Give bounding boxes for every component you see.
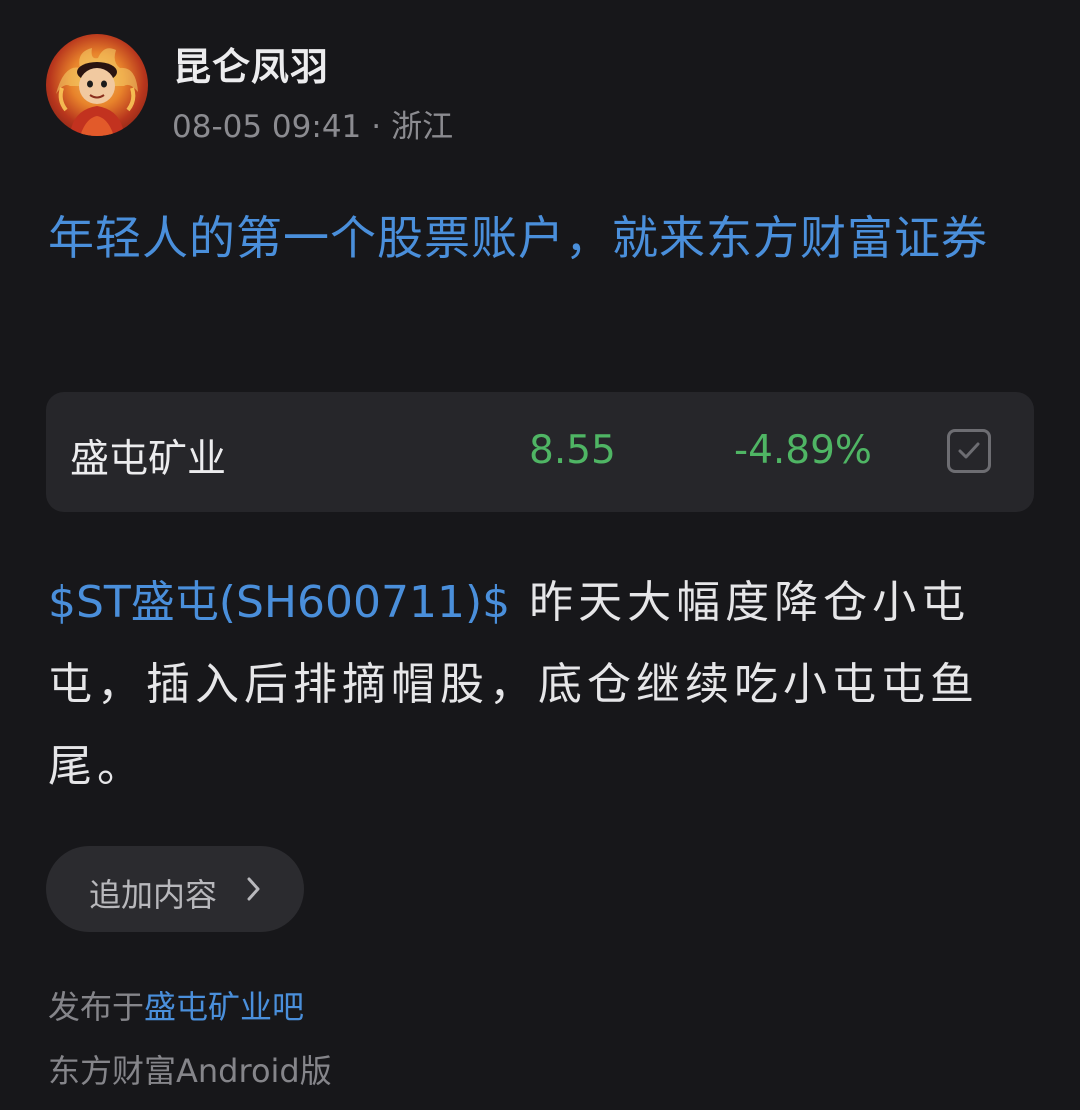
author-name[interactable]: 昆仑凤羽 xyxy=(173,36,329,91)
chevron-right-icon xyxy=(247,877,260,901)
published-in: 发布于盛屯矿业吧 xyxy=(48,982,304,1028)
add-content-label: 追加内容 xyxy=(89,876,218,914)
post-location: 浙江 xyxy=(391,109,454,145)
checkbox-checked-icon[interactable] xyxy=(947,429,991,473)
author-avatar[interactable] xyxy=(46,34,148,136)
post-container: 昆仑凤羽 08-05 09:41 · 浙江 年轻人的第一个股票账户，就来东方财富证券… xyxy=(0,0,1080,1110)
published-prefix: 发布于 xyxy=(48,988,145,1026)
stock-price: 8.55 xyxy=(529,428,616,473)
stock-name: 盛屯矿业 xyxy=(70,437,227,482)
add-content-button[interactable]: 追加内容 xyxy=(46,846,304,932)
ad-headline-link[interactable]: 年轻人的第一个股票账户，就来东方财富证券 xyxy=(48,200,1038,276)
stock-quote-card[interactable]: 盛屯矿业 8.55 -4.89% xyxy=(46,392,1034,512)
stock-change-percent: -4.89% xyxy=(734,428,872,473)
cartoon-avatar-icon xyxy=(56,48,138,136)
client-source: 东方财富Android版 xyxy=(48,1052,332,1090)
forum-link[interactable]: 盛屯矿业吧 xyxy=(144,988,304,1026)
checkmark-icon xyxy=(958,442,980,459)
stock-tag-link[interactable]: $ST盛屯(SH600711)$ xyxy=(48,577,510,628)
meta-separator: · xyxy=(371,109,382,145)
post-body: $ST盛屯(SH600711)$ 昨天大幅度降仓小屯屯，插入后排摘帽股，底仓继续… xyxy=(48,562,1040,808)
post-date: 08-05 09:41 xyxy=(172,109,362,145)
post-meta: 08-05 09:41 · 浙江 xyxy=(172,101,453,146)
